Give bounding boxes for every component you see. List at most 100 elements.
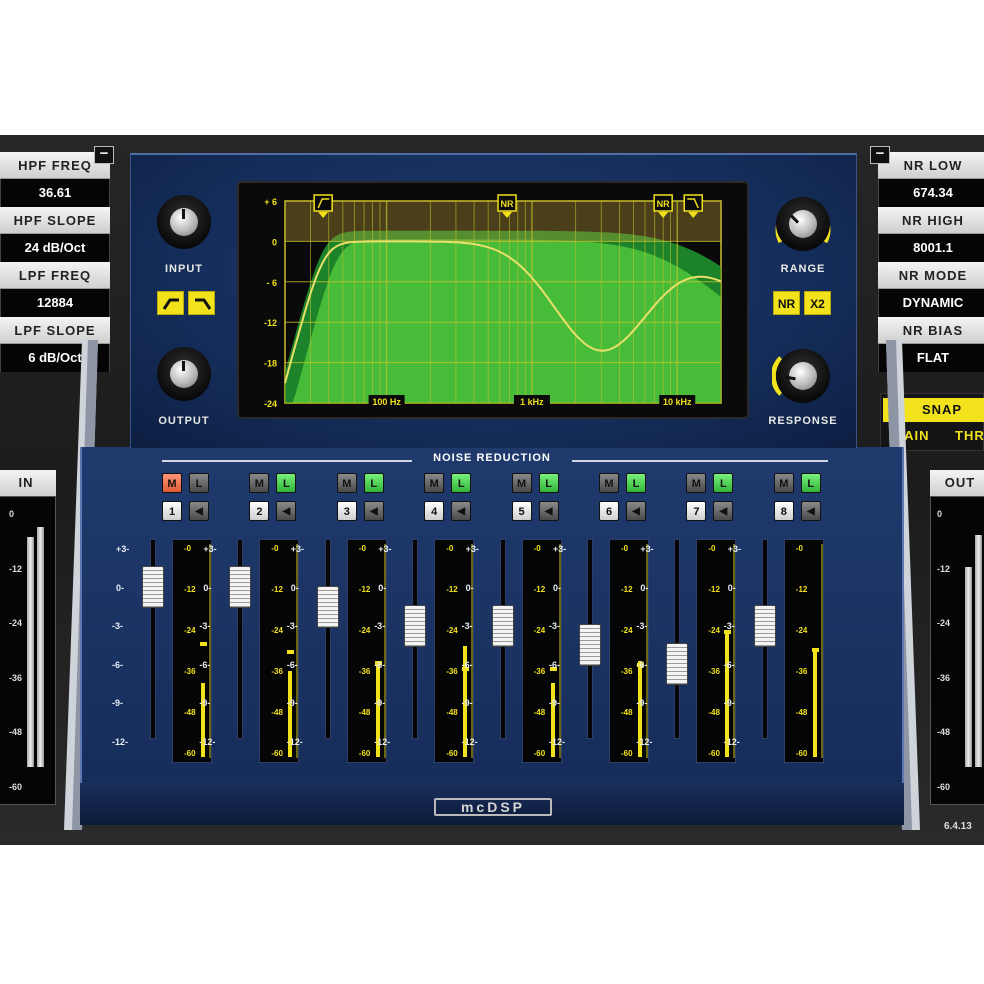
meter-tick-label: -12 — [708, 585, 720, 594]
channel-number-ch1[interactable]: 1 — [162, 501, 182, 521]
eq-display[interactable]: + 6 0 - 6 -12 -18 -24 100 Hz 1 kHz 10 kHz NR NR — [237, 181, 749, 419]
mute-button-ch2[interactable]: M — [249, 473, 270, 493]
filter-param-value-0[interactable]: 36.61 — [0, 179, 110, 207]
hpf-toggle-button[interactable] — [157, 291, 184, 315]
listen-button-ch8[interactable]: L — [800, 473, 821, 493]
level-meter-ch1: -0 -12 -24 -36 -48 -60 — [172, 539, 212, 763]
channel-number-ch7[interactable]: 7 — [686, 501, 707, 521]
response-knob[interactable] — [776, 349, 830, 403]
output-meter-body: 0 -12 -24 -36 -48 -60 — [930, 496, 984, 805]
gain-tick-label: 0- — [203, 582, 212, 593]
meter-tick-label: -60 — [708, 749, 720, 758]
listen-button-ch6[interactable]: L — [626, 473, 646, 493]
nr-button[interactable]: NR — [773, 291, 800, 315]
version-label: 6.4.13 — [944, 821, 972, 832]
gain-fader-track-ch7[interactable] — [674, 539, 681, 739]
y-tick-label: 0 — [272, 237, 277, 247]
speaker-icon[interactable]: ◀ — [713, 501, 734, 521]
gain-fader-ch3[interactable] — [316, 585, 339, 628]
filter-param-label-1: HPF SLOPE — [0, 207, 110, 234]
collapse-left-button[interactable]: − — [94, 146, 114, 164]
meter-tick-label: -36 — [708, 667, 720, 676]
listen-button-ch2[interactable]: L — [276, 473, 297, 493]
speaker-icon[interactable]: ◀ — [800, 501, 821, 521]
gain-fader-track-ch3[interactable] — [324, 539, 331, 739]
gain-fader-ch1[interactable] — [142, 566, 164, 609]
meter-tick-label: -60 — [533, 749, 546, 758]
range-knob[interactable] — [776, 197, 830, 251]
meter-tick-label: -36 — [446, 667, 458, 676]
gain-fader-ch7[interactable] — [666, 643, 689, 686]
out_meter-tick-2: -24 — [937, 618, 951, 628]
in_meter-tick-5: -60 — [9, 781, 23, 792]
plugin-window: HPF FREQ 36.61 HPF SLOPE 24 dB/Oct LPF FREQ 1… — [0, 135, 984, 845]
gain-fader-ch4[interactable] — [404, 604, 427, 647]
mute-button-ch8[interactable]: M — [773, 473, 794, 493]
lpf-toggle-button[interactable] — [188, 291, 215, 315]
meter-tick-label: -0 — [184, 544, 192, 553]
channel-number-ch2[interactable]: 2 — [249, 501, 270, 521]
gain-tick-label: -9- — [286, 698, 298, 708]
filter-param-value-2[interactable]: 12884 — [0, 289, 110, 317]
input-meter-title: IN — [0, 470, 56, 496]
gain-fader-ch5[interactable] — [491, 604, 514, 647]
channel-number-ch5[interactable]: 5 — [511, 501, 532, 521]
gain-tick-label: 0- — [465, 582, 474, 593]
mute-button-ch7[interactable]: M — [686, 473, 707, 493]
mute-button-ch1[interactable]: M — [162, 473, 182, 493]
filter-param-value-1[interactable]: 24 dB/Oct — [0, 234, 110, 262]
level-meter-ch6: -0 -12 -24 -36 -48 -60 — [609, 539, 649, 763]
eq-panel: INPUT OUTPUT RANGE NR X2 RESPONSE + 6 0 - … — [130, 153, 857, 448]
noise-reduction-title: NOISE REDUCTION — [433, 452, 551, 464]
gain-fader-ch2[interactable] — [229, 566, 252, 609]
gain-tick-label: -12- — [549, 736, 566, 747]
gain-tick-label: -9- — [112, 698, 123, 708]
gain-fader-ch8[interactable] — [753, 604, 776, 647]
gain-fader-ch6[interactable] — [579, 624, 601, 666]
meter-tick-label: -48 — [271, 708, 283, 717]
channel-number-ch3[interactable]: 3 — [336, 501, 357, 521]
channel-number-ch4[interactable]: 4 — [424, 501, 445, 521]
x2-button[interactable]: X2 — [804, 291, 831, 315]
speaker-icon[interactable]: ◀ — [189, 501, 209, 521]
mute-button-ch5[interactable]: M — [511, 473, 532, 493]
band-marker-label: NR — [501, 199, 514, 209]
input-knob[interactable] — [157, 195, 211, 249]
listen-button-ch4[interactable]: L — [451, 473, 472, 493]
nr-param-value-2[interactable]: DYNAMIC — [878, 289, 984, 317]
channel-number-ch6[interactable]: 6 — [599, 501, 619, 521]
channel-number-ch8[interactable]: 8 — [773, 501, 794, 521]
mute-button-ch4[interactable]: M — [424, 473, 445, 493]
listen-button-ch7[interactable]: L — [713, 473, 734, 493]
meter-tick-label: -48 — [621, 708, 633, 717]
lowpass-icon — [195, 298, 212, 310]
meter-tick-label: -60 — [621, 749, 633, 758]
nr-param-value-1[interactable]: 8001.1 — [878, 234, 984, 262]
speaker-icon[interactable]: ◀ — [451, 501, 472, 521]
out_meter-tick-1: -12 — [937, 563, 951, 574]
meter-tick-label: -48 — [184, 708, 196, 717]
meter-tick-label: -24 — [708, 626, 720, 635]
speaker-icon[interactable]: ◀ — [538, 501, 559, 521]
speaker-icon[interactable]: ◀ — [626, 501, 646, 521]
eq-graph[interactable]: + 6 0 - 6 -12 -18 -24 100 Hz 1 kHz 10 kHz NR NR — [239, 183, 747, 417]
mute-button-ch3[interactable]: M — [336, 473, 357, 493]
out_meter-tick-5: -60 — [937, 781, 951, 792]
output-knob[interactable] — [157, 347, 211, 401]
gain-tick-label: -9- — [461, 698, 473, 708]
listen-button-ch5[interactable]: L — [538, 473, 559, 493]
output-meter: OUT 0 -12 -24 -36 -48 -60 — [930, 470, 984, 805]
speaker-icon[interactable]: ◀ — [276, 501, 297, 521]
nr-param-value-0[interactable]: 674.34 — [878, 179, 984, 207]
meter-rail — [209, 544, 211, 758]
listen-button-ch3[interactable]: L — [363, 473, 384, 493]
meter-tick-label: -24 — [358, 626, 371, 635]
listen-button-ch1[interactable]: L — [189, 473, 209, 493]
level-meter-ch5: -0 -12 -24 -36 -48 -60 — [521, 539, 562, 763]
snap-thr-option[interactable]: THR — [955, 428, 984, 443]
speaker-icon[interactable]: ◀ — [363, 501, 384, 521]
in_meter-tick-2: -24 — [9, 618, 23, 628]
collapse-right-button[interactable]: − — [870, 146, 890, 164]
mute-button-ch6[interactable]: M — [599, 473, 619, 493]
gain-tick-label: -3- — [112, 621, 123, 631]
